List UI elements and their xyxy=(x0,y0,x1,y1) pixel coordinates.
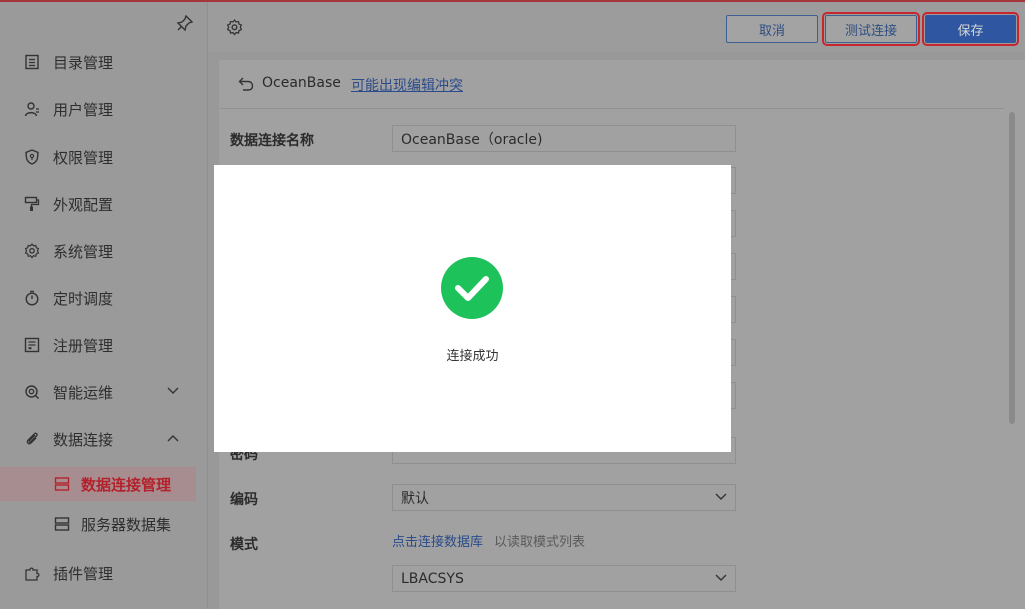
edit-conflict-link[interactable]: 可能出现编辑冲突 xyxy=(351,75,463,95)
toolbar: 取消 测试连接 保存 xyxy=(208,2,1025,52)
success-message: 连接成功 xyxy=(446,349,499,364)
sidebar-item-catalog[interactable]: 目录管理 xyxy=(0,42,207,82)
sidebar-item-label: 系统管理 xyxy=(53,242,114,261)
check-circle-icon xyxy=(441,257,503,319)
server-icon xyxy=(54,517,70,531)
encoding-select[interactable]: 默认 xyxy=(392,484,736,511)
sidebar: 目录管理 用户管理 权限管理 外观配置 系统管理 定时调度 注册管理 智能运维 … xyxy=(0,0,208,609)
sidebar-subitem-connection-management[interactable]: 数据连接管理 xyxy=(0,467,196,501)
field-label-name: 数据连接名称 xyxy=(230,133,314,149)
sidebar-item-label: 外观配置 xyxy=(53,195,114,214)
sidebar-item-label: 数据连接 xyxy=(53,430,114,449)
sidebar-item-label: 注册管理 xyxy=(53,336,114,355)
connection-name-input[interactable]: OceanBase（oracle) xyxy=(392,125,736,152)
chevron-down-icon xyxy=(715,493,727,500)
form-scrollbar[interactable] xyxy=(1009,112,1015,424)
success-dialog: 连接成功 xyxy=(214,165,731,452)
sidebar-item-system[interactable]: 系统管理 xyxy=(0,231,207,271)
schema-value: LBACSYS xyxy=(401,570,464,587)
paint-roller-icon xyxy=(24,196,40,212)
paperclip-icon xyxy=(24,431,40,447)
top-accent-bar xyxy=(0,0,1025,2)
sidebar-item-schedule[interactable]: 定时调度 xyxy=(0,278,207,318)
save-button[interactable]: 保存 xyxy=(922,12,1019,46)
sidebar-item-permissions[interactable]: 权限管理 xyxy=(0,137,207,177)
sidebar-item-registration[interactable]: 注册管理 xyxy=(0,325,207,365)
mode-hint-text: 以读取模式列表 xyxy=(494,535,586,550)
server-icon xyxy=(54,477,70,491)
sidebar-item-data-connection[interactable]: 数据连接 xyxy=(0,419,207,459)
connection-name: OceanBase xyxy=(262,75,341,91)
chevron-down-icon xyxy=(715,574,727,581)
sidebar-item-label: 定时调度 xyxy=(53,289,114,308)
chevron-down-icon[interactable] xyxy=(166,386,180,396)
connect-database-link[interactable]: 点击连接数据库 xyxy=(392,531,483,550)
user-icon xyxy=(24,101,40,117)
sidebar-item-smart-ops[interactable]: 智能运维 xyxy=(0,372,207,412)
sidebar-item-plugins[interactable]: 插件管理 xyxy=(0,553,207,593)
sidebar-subitem-label: 数据连接管理 xyxy=(81,475,172,494)
gear-icon[interactable] xyxy=(226,19,243,36)
encoding-value: 默认 xyxy=(401,490,429,507)
sidebar-subitem-label: 服务器数据集 xyxy=(81,515,172,534)
sidebar-item-label: 权限管理 xyxy=(53,148,114,167)
register-icon xyxy=(24,337,40,353)
test-connection-button[interactable]: 测试连接 xyxy=(822,12,920,46)
field-label-mode: 模式 xyxy=(230,537,258,553)
pin-icon[interactable] xyxy=(176,14,194,32)
sidebar-item-appearance[interactable]: 外观配置 xyxy=(0,184,207,224)
ops-icon xyxy=(24,384,40,400)
back-icon[interactable] xyxy=(238,77,254,91)
field-label-encoding: 编码 xyxy=(230,492,258,508)
puzzle-icon xyxy=(24,565,40,581)
sidebar-item-label: 插件管理 xyxy=(53,564,114,583)
shield-icon xyxy=(24,149,40,165)
sidebar-item-users[interactable]: 用户管理 xyxy=(0,89,207,129)
schema-select[interactable]: LBACSYS xyxy=(392,565,736,592)
cancel-button[interactable]: 取消 xyxy=(726,15,818,43)
chevron-up-icon[interactable] xyxy=(166,433,180,443)
sidebar-item-label: 用户管理 xyxy=(53,100,114,119)
list-icon xyxy=(24,54,40,70)
sidebar-item-label: 目录管理 xyxy=(53,53,114,72)
stopwatch-icon xyxy=(24,290,40,306)
gear-icon xyxy=(24,243,40,259)
sidebar-item-label: 智能运维 xyxy=(53,383,114,402)
sidebar-subitem-server-dataset[interactable]: 服务器数据集 xyxy=(0,507,196,541)
